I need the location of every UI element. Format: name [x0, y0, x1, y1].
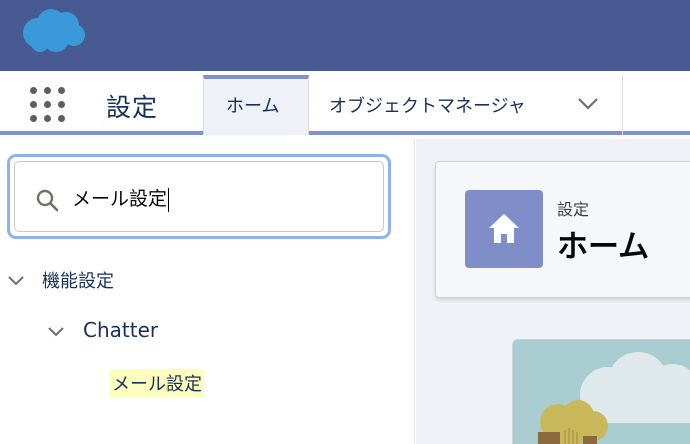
chevron-down-icon[interactable]	[7, 275, 25, 287]
quick-find-input[interactable]: メール設定	[14, 161, 384, 232]
text-cursor	[168, 187, 170, 212]
context-bar: 設定 ホーム オブジェクトマネージャ	[0, 71, 690, 135]
tree-item-email-settings[interactable]: メール設定	[110, 369, 204, 397]
tree-item-chatter[interactable]: Chatter	[83, 318, 158, 342]
home-icon	[489, 214, 519, 243]
breadcrumb: 設定	[557, 200, 590, 219]
tab-object-manager[interactable]: オブジェクトマネージャ	[309, 75, 623, 135]
setup-sidebar: メール設定 機能設定 Chatter メール設定	[0, 139, 415, 444]
quick-find-value: メール設定	[72, 188, 168, 210]
page-title: ホーム	[557, 229, 650, 265]
tab-home[interactable]: ホーム	[203, 75, 309, 135]
search-icon	[36, 189, 59, 212]
page-header: 設定 ホーム	[435, 161, 690, 298]
tree-item-feature-settings[interactable]: 機能設定	[42, 267, 114, 293]
chevron-down-icon[interactable]	[577, 97, 599, 111]
main-content: 設定 ホーム	[416, 139, 690, 444]
chevron-down-icon[interactable]	[47, 326, 65, 338]
landscape-illustration	[512, 339, 690, 444]
tab-home-label: ホーム	[226, 96, 280, 117]
home-icon-badge	[465, 190, 543, 268]
global-header	[0, 0, 690, 71]
landscape-image	[513, 340, 690, 444]
app-launcher-icon[interactable]	[28, 85, 68, 125]
salesforce-cloud-logo[interactable]	[18, 5, 88, 55]
quick-find-focus-ring: メール設定	[7, 154, 391, 239]
app-name: 設定	[106, 93, 159, 122]
tab-object-manager-label: オブジェクトマネージャ	[329, 96, 526, 117]
